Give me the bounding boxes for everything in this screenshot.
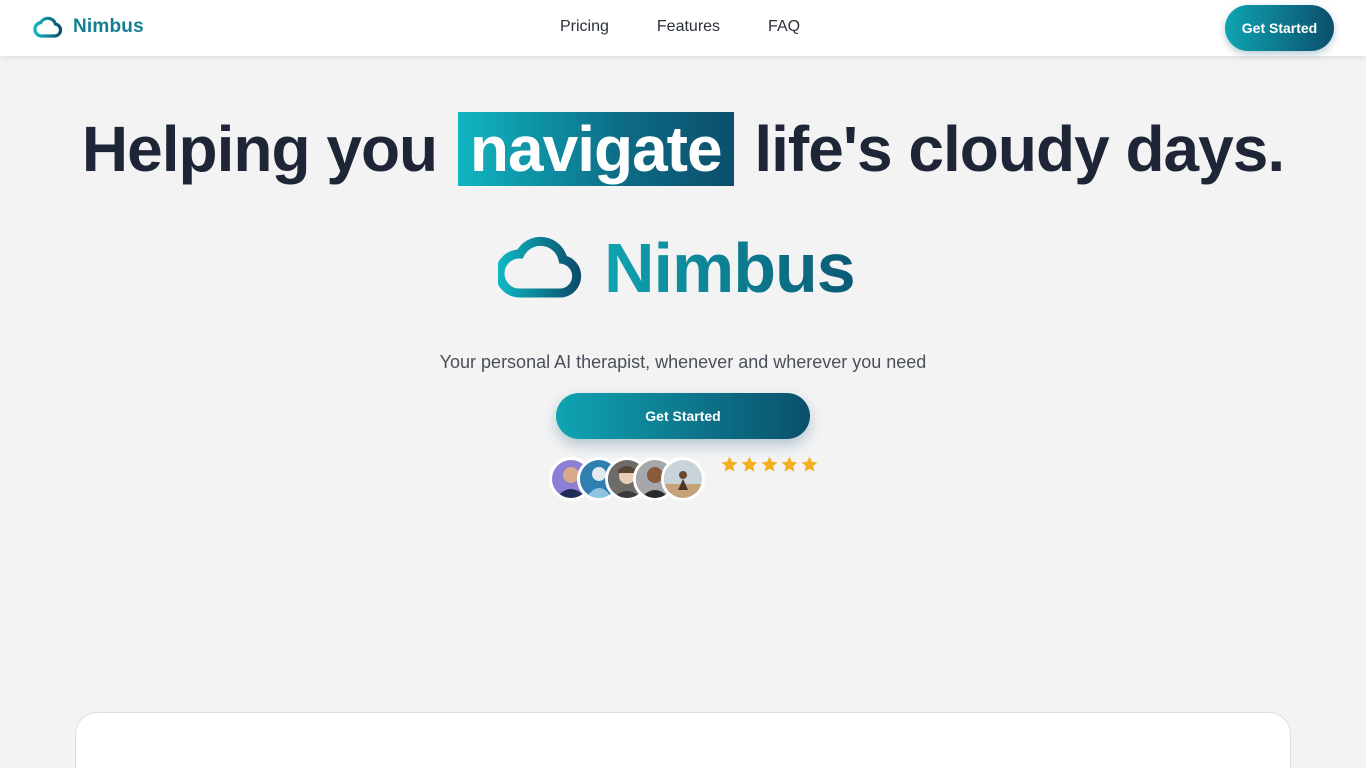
nav-link-faq[interactable]: FAQ — [768, 18, 800, 36]
star-icon — [761, 456, 778, 472]
star-icon — [741, 456, 758, 472]
nav-link-pricing[interactable]: Pricing — [560, 18, 609, 36]
rating-stars — [720, 455, 819, 474]
top-navbar: Nimbus Pricing Features FAQ Get Started — [0, 0, 1366, 56]
user-avatars — [549, 457, 705, 501]
headline-highlight: navigate — [457, 112, 734, 186]
nav-link-features[interactable]: Features — [657, 18, 720, 36]
cloud-icon — [33, 16, 63, 38]
hero-headline: Helping you navigate life's cloudy days. — [0, 112, 1366, 186]
hero-logo-text: Nimbus — [604, 229, 856, 307]
headline-part-2: life's cloudy days. — [754, 113, 1285, 185]
avatar — [661, 457, 705, 501]
brand-logo-link[interactable]: Nimbus — [33, 15, 144, 39]
main-nav: Pricing Features FAQ — [560, 18, 800, 36]
brand-name: Nimbus — [73, 16, 144, 37]
star-icon — [801, 456, 818, 472]
headline-part-1: Helping you — [81, 113, 438, 185]
cloud-icon — [498, 236, 582, 298]
hero-subtitle: Your personal AI therapist, whenever and… — [439, 352, 927, 372]
star-icon — [781, 456, 798, 472]
hero-get-started-button[interactable]: Get Started — [556, 393, 810, 439]
content-card — [75, 712, 1291, 768]
hero-logo: Nimbus — [498, 229, 856, 307]
nav-get-started-button[interactable]: Get Started — [1225, 5, 1334, 51]
star-icon — [721, 456, 738, 472]
